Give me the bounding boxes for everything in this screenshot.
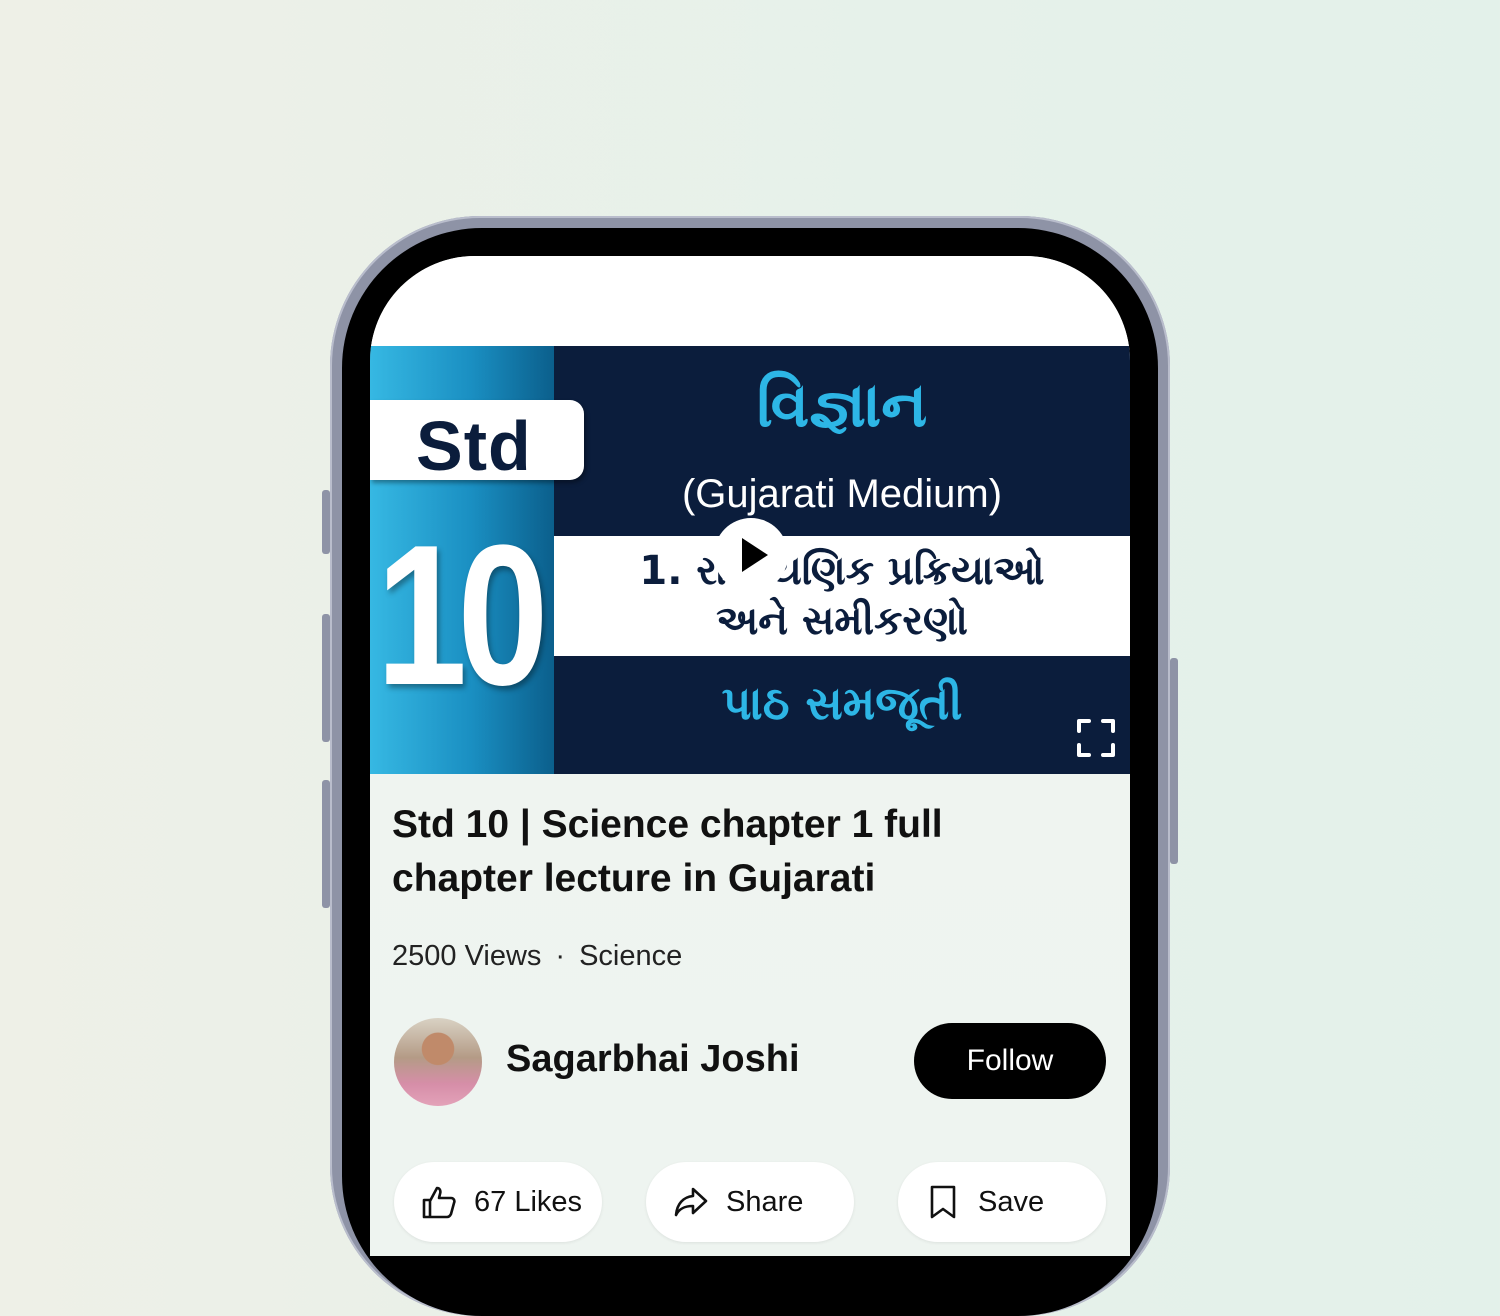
volume-down-button bbox=[322, 780, 330, 908]
thumbnail-subject: વિજ્ઞાન bbox=[756, 368, 928, 441]
video-category[interactable]: Science bbox=[579, 940, 682, 972]
chapter-title-line2: અને સમીકરણો bbox=[716, 598, 968, 644]
std-label: Std bbox=[416, 407, 532, 485]
likes-count: 67 Likes bbox=[474, 1185, 583, 1218]
power-button bbox=[1170, 658, 1178, 864]
share-icon bbox=[674, 1187, 708, 1217]
chapter-band: 1. રાસાયણિક પ્રક્રિયાઓ અને સમીકરણો bbox=[554, 536, 1130, 656]
save-label: Save bbox=[978, 1185, 1045, 1218]
save-button[interactable]: Save bbox=[898, 1162, 1106, 1242]
video-meta: 2500 Views · Science bbox=[392, 940, 682, 973]
view-count: 2500 Views bbox=[392, 940, 542, 972]
thumbnail-medium: (Gujarati Medium) bbox=[681, 472, 1003, 516]
bookmark-icon bbox=[930, 1185, 956, 1219]
video-title: Std 10 | Science chapter 1 full chapter … bbox=[392, 803, 943, 900]
fullscreen-icon[interactable] bbox=[1077, 719, 1115, 757]
chapter-title-line1: 1. રાસાયણિક પ્રક્રિયાઓ bbox=[639, 548, 1045, 594]
mute-switch bbox=[322, 490, 330, 554]
like-button[interactable]: 67 Likes bbox=[394, 1162, 602, 1242]
share-label: Share bbox=[726, 1185, 804, 1218]
volume-up-button bbox=[322, 614, 330, 742]
video-player[interactable]: Std 10 વિજ્ઞાન (Gujarati Medium) 1. રાસા… bbox=[370, 346, 1130, 774]
std-number: 10 bbox=[376, 504, 549, 727]
thumbs-up-icon bbox=[422, 1186, 456, 1219]
meta-separator: · bbox=[555, 940, 566, 972]
status-bar bbox=[370, 256, 1130, 346]
share-button[interactable]: Share bbox=[646, 1162, 854, 1242]
channel-name[interactable]: Sagarbhai Joshi bbox=[506, 1038, 800, 1081]
follow-button[interactable]: Follow bbox=[914, 1023, 1106, 1099]
thumbnail-explanation: પાઠ સમજૂતી bbox=[721, 676, 963, 730]
play-icon[interactable] bbox=[714, 518, 788, 592]
phone-screen: Std 10 વિજ્ઞાન (Gujarati Medium) 1. રાસા… bbox=[370, 256, 1130, 1256]
avatar[interactable] bbox=[394, 1018, 482, 1106]
